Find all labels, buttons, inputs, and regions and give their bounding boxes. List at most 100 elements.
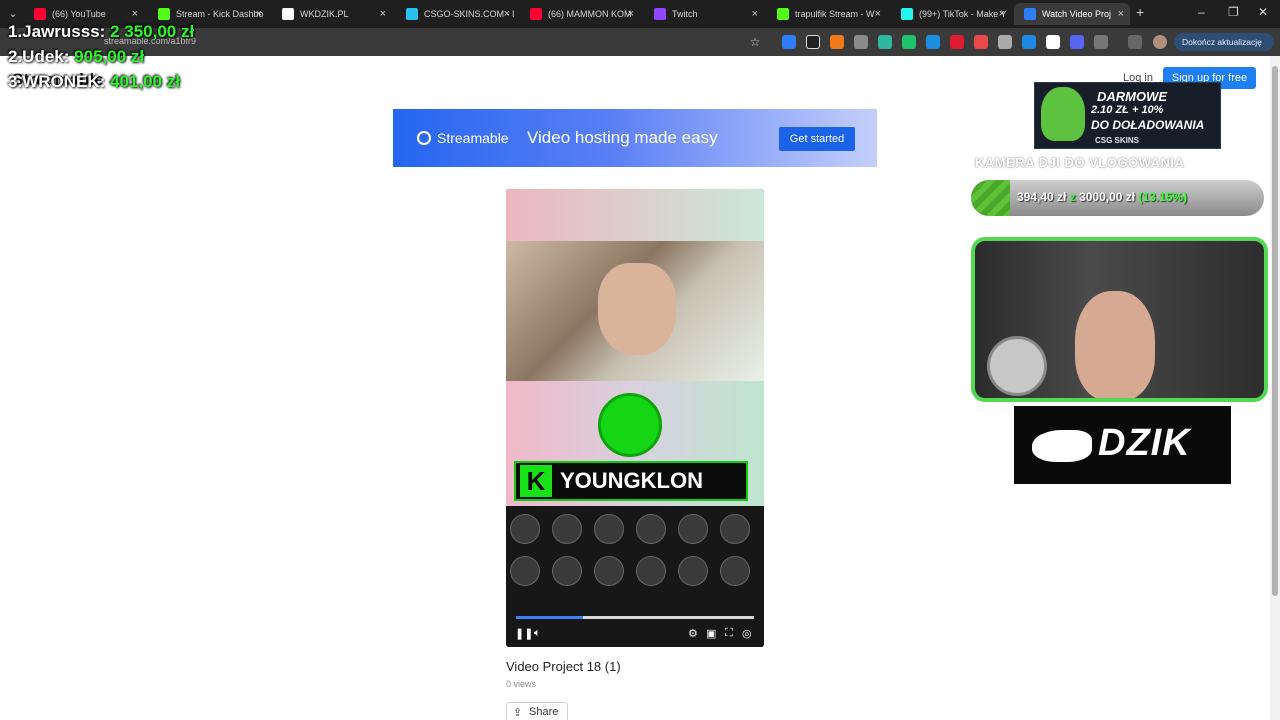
extension-icon[interactable] (902, 35, 916, 49)
extension-icon[interactable] (782, 35, 796, 49)
tab-favicon-icon (406, 8, 418, 20)
reading-list-icon[interactable] (1128, 35, 1142, 49)
avatar-bubble (594, 556, 624, 586)
tab-close-icon[interactable]: × (380, 3, 386, 25)
scrollbar-thumb[interactable] (1272, 66, 1278, 596)
donor-amount: 401,00 zł (110, 72, 180, 91)
donor-entry: 1.Jawrusss: 2 350,00 zł (8, 22, 194, 42)
extension-icon[interactable] (926, 35, 940, 49)
browser-tab[interactable]: WKDZIK.PL × (272, 3, 392, 25)
extension-icon[interactable] (998, 35, 1012, 49)
goal-target: 3000,00 zł (1079, 190, 1136, 204)
update-button[interactable]: Dokończ aktualizację (1174, 33, 1274, 51)
kick-logo-icon: K (520, 465, 552, 497)
tab-title: Twitch (672, 9, 698, 19)
tab-close-icon[interactable]: × (999, 3, 1005, 25)
browser-tab[interactable]: CSGO-SKINS.COM - I × (396, 3, 516, 25)
page-scrollbar[interactable] (1270, 56, 1280, 720)
browser-tab[interactable]: (66) MAMMON KOM × (520, 3, 640, 25)
avatar-bubble (720, 514, 750, 544)
channel-avatar (598, 393, 662, 457)
avatar-bubble (510, 556, 540, 586)
streamer-webcam (971, 237, 1268, 402)
tab-close-icon[interactable]: × (752, 3, 758, 25)
browser-tab[interactable]: Twitch × (644, 3, 764, 25)
extension-icon[interactable] (806, 35, 820, 49)
donor-entry: 3.WRONEK: 401,00 zł (8, 72, 180, 92)
ad-brand: CSG SKINS (1095, 136, 1140, 145)
close-window-icon[interactable]: ✕ (1258, 5, 1268, 19)
video-avatar-grid (506, 506, 764, 647)
extensions-puzzle-icon[interactable] (1094, 35, 1108, 49)
tab-title: Stream - Kick Dashbo (176, 9, 264, 19)
minimize-icon[interactable]: – (1198, 5, 1205, 19)
screen: ⌄ (66) YouTube × Stream - Kick Dashbo × WKDZ… (0, 0, 1280, 720)
banner-logo-text: Streamable (437, 130, 509, 146)
donor-rank: 2.Udek: (8, 47, 70, 66)
fullscreen-icon[interactable]: ⛶ (725, 627, 733, 640)
video-profile-section: K YOUNGKLON (506, 381, 764, 506)
browser-tab[interactable]: trapulfik Stream - W × (767, 3, 887, 25)
video-progress-bar[interactable] (516, 616, 754, 619)
picture-in-picture-icon[interactable]: ▣ (706, 627, 716, 640)
streamable-link-icon[interactable]: ◎ (742, 627, 752, 640)
video-title: Video Project 18 (1) (506, 659, 621, 674)
tab-title: CSGO-SKINS.COM - I (424, 9, 515, 19)
profile-avatar[interactable] (1153, 35, 1167, 49)
pause-icon[interactable]: ❚❚ (515, 627, 533, 640)
channel-name: YOUNGKLON (560, 468, 703, 493)
boar-icon (1032, 430, 1092, 462)
tab-close-icon[interactable]: × (628, 3, 634, 25)
avatar-bubble (636, 556, 666, 586)
share-button[interactable]: ⇪ Share (506, 702, 568, 720)
donor-rank: 1.Jawrusss: (8, 22, 106, 41)
tab-title: (99+) TikTok - Make Y (919, 9, 1007, 19)
volume-icon[interactable]: 🔈︎ (534, 627, 541, 640)
channel-name-plate: K YOUNGKLON (514, 461, 748, 501)
goal-text: 394,40 zł z 3000,00 zł (13.15%) (1017, 190, 1187, 204)
tab-title: (66) MAMMON KOM (548, 9, 632, 19)
video-progress-fill (516, 616, 583, 619)
video-frame-top (506, 189, 764, 241)
extension-icon[interactable] (1046, 35, 1060, 49)
tab-title: trapulfik Stream - W (795, 9, 875, 19)
streamer-face (1075, 291, 1155, 398)
new-tab-icon[interactable]: + (1136, 4, 1144, 20)
get-started-button[interactable]: Get started (779, 127, 855, 151)
tab-close-icon[interactable]: × (1118, 3, 1124, 25)
extension-icon[interactable] (974, 35, 988, 49)
extension-icon[interactable] (1070, 35, 1084, 49)
maximize-icon[interactable]: ❐ (1228, 5, 1239, 19)
avatar-bubble (552, 514, 582, 544)
avatar-bubble (678, 514, 708, 544)
banner-logo: Streamable (417, 130, 509, 146)
tab-close-icon[interactable]: × (256, 3, 262, 25)
tab-search-icon[interactable]: ⌄ (4, 5, 22, 23)
browser-tab[interactable]: Watch Video Proj × (1014, 3, 1130, 25)
tab-title: (66) YouTube (52, 9, 106, 19)
tab-title: WKDZIK.PL (300, 9, 349, 19)
extension-icon[interactable] (878, 35, 892, 49)
avatar-bubble (510, 514, 540, 544)
share-icon: ⇪ (513, 707, 523, 719)
extension-icon[interactable] (1022, 35, 1036, 49)
tab-favicon-icon (282, 8, 294, 20)
avatar-bubble (552, 556, 582, 586)
ad-line: DARMOWE (1097, 89, 1168, 104)
promo-banner[interactable]: Streamable Video hosting made easy Get s… (393, 109, 877, 167)
settings-gear-icon[interactable]: ⚙ (688, 627, 698, 640)
goal-current: 394,40 zł (1017, 190, 1067, 204)
tab-close-icon[interactable]: × (875, 3, 881, 25)
extension-icon[interactable] (830, 35, 844, 49)
video-player[interactable]: K YOUNGKLON ❚❚ 🔈︎ ⚙ ▣ ⛶ ◎ (506, 189, 764, 647)
sponsor-name: DZIK (1098, 422, 1191, 464)
browser-tab[interactable]: (99+) TikTok - Make Y × (891, 3, 1011, 25)
extension-icon[interactable] (854, 35, 868, 49)
extension-icon[interactable] (950, 35, 964, 49)
donor-amount: 2 350,00 zł (110, 22, 195, 41)
bookmark-star-icon[interactable]: ☆ (748, 35, 762, 49)
tab-close-icon[interactable]: × (504, 3, 510, 25)
avatar-bubble (594, 514, 624, 544)
ad-line: 2.10 ZŁ + 10% (1091, 104, 1164, 116)
donor-amount: 905,00 zł (74, 47, 145, 66)
